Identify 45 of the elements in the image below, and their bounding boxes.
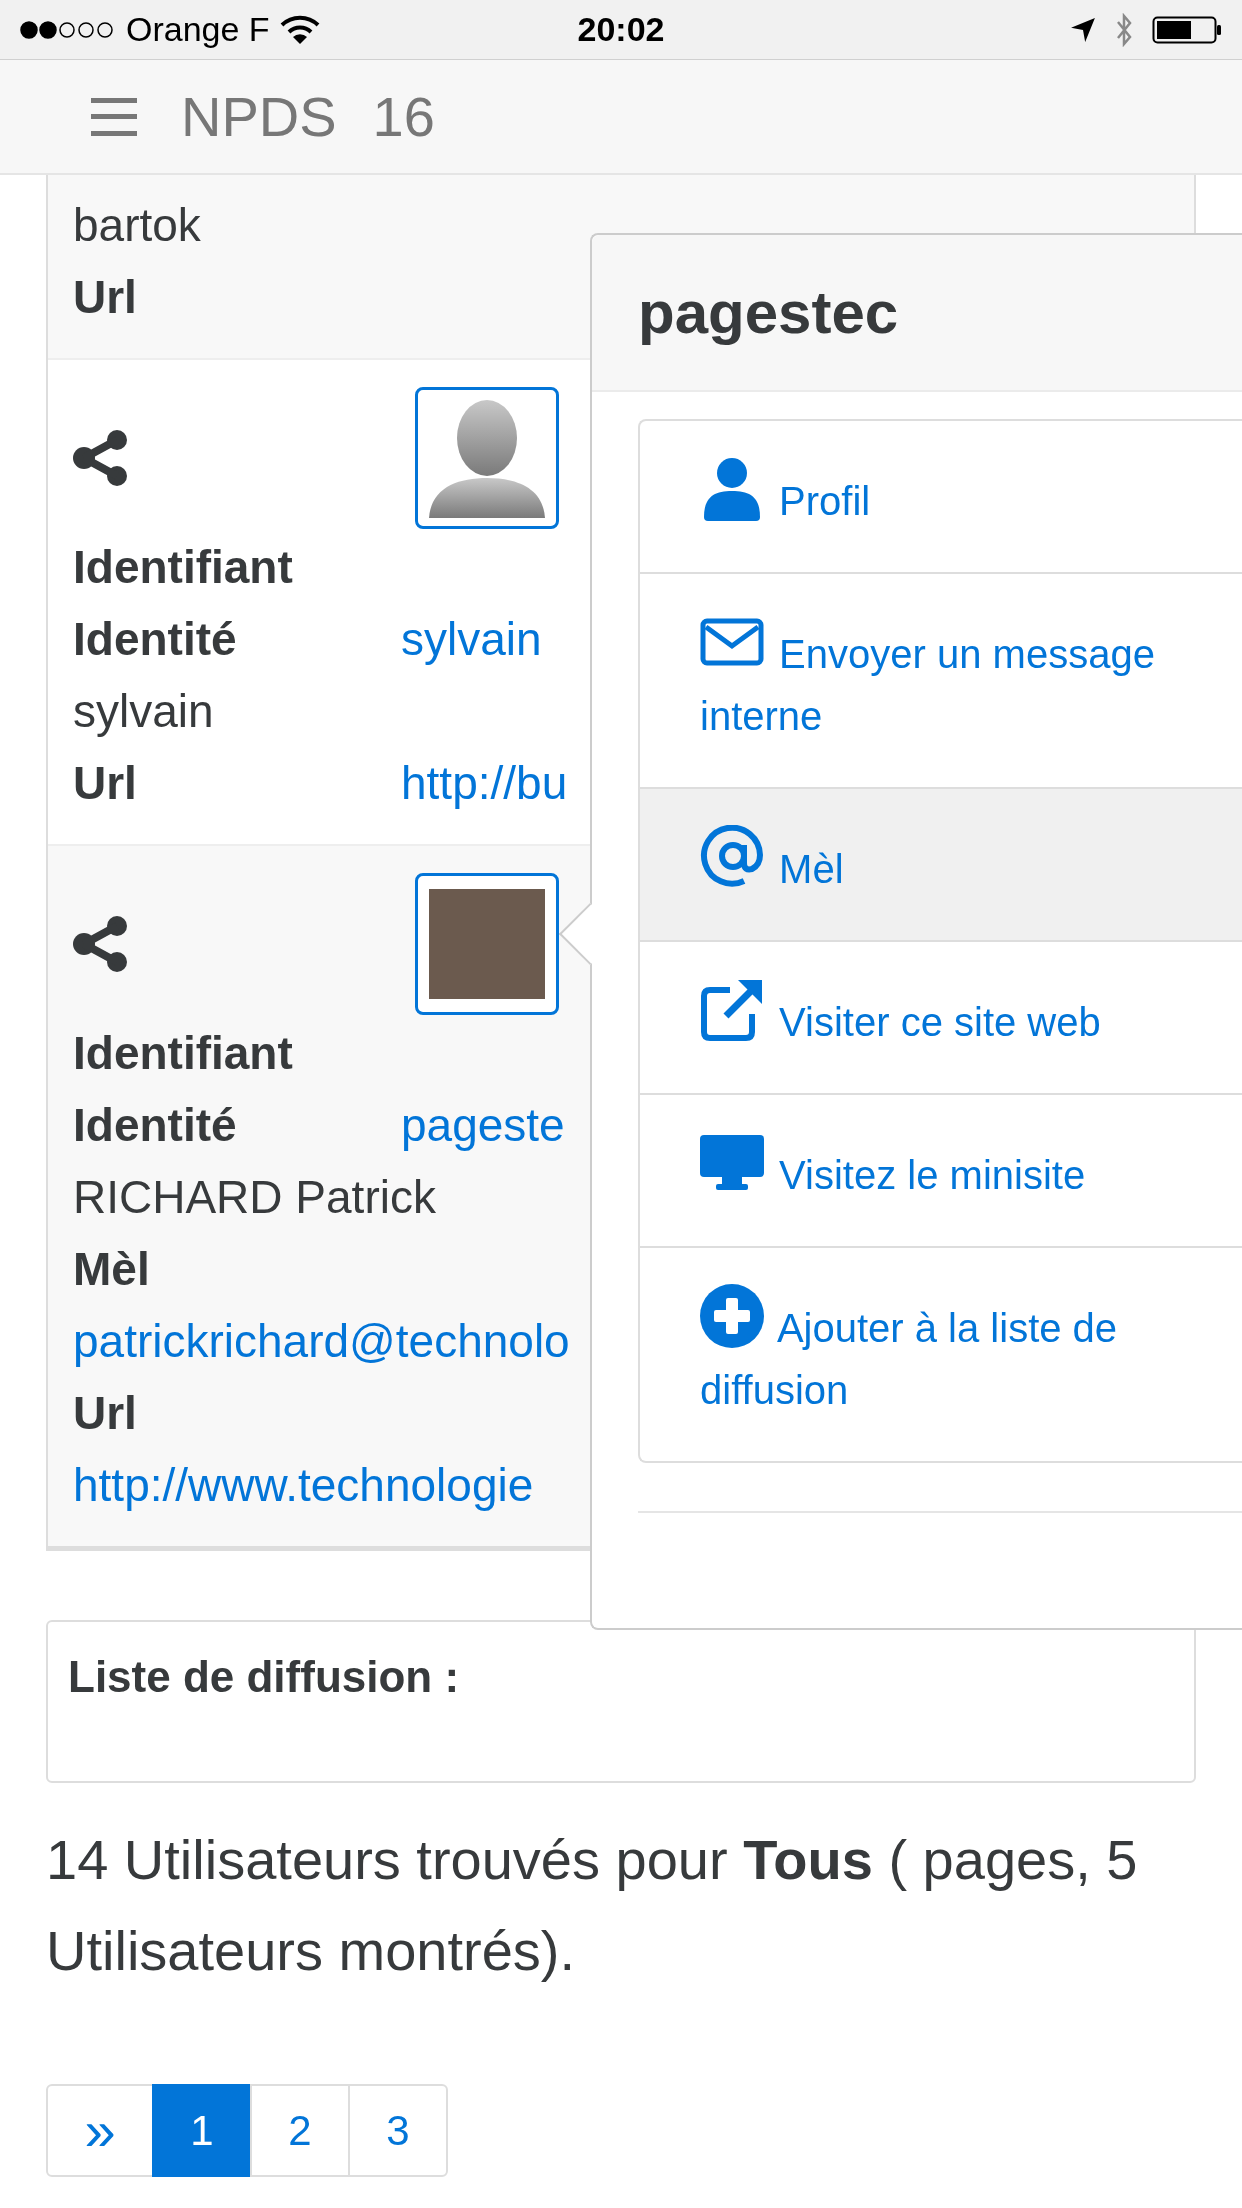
site-version: 16 (372, 84, 435, 149)
bluetooth-icon (1114, 12, 1134, 47)
menu-item[interactable]: Profil (640, 421, 1242, 572)
carrier-name: Orange F (126, 10, 270, 49)
share-icon (73, 430, 129, 486)
field-label: Identité (73, 612, 238, 667)
person-silhouette-icon (427, 398, 547, 518)
field-label: Identifiant (73, 1026, 293, 1081)
page-link[interactable]: 1 (152, 2084, 252, 2177)
field-link[interactable]: http://bu (401, 747, 568, 819)
avatar-frame[interactable] (415, 873, 559, 1015)
field-value: sylvain (73, 684, 214, 739)
field-link[interactable]: pageste (401, 1089, 565, 1161)
field-label: Mèl (73, 1242, 150, 1297)
location-arrow-icon (1070, 16, 1096, 43)
clock-time: 20:02 (577, 10, 665, 49)
field-label: Url (73, 270, 137, 325)
avatar-frame[interactable] (415, 387, 559, 529)
signal-icon (20, 19, 116, 40)
popover-title: pagestec (638, 278, 899, 347)
panel-title: Liste de diffusion : (68, 1652, 460, 1701)
field-label: Url (73, 1386, 137, 1441)
field-label: Url (73, 756, 138, 811)
field-value: bartok (73, 198, 201, 253)
field-value: RICHARD Patrick (73, 1170, 436, 1225)
page-link[interactable]: 2 (250, 2084, 350, 2177)
plus-circle-icon (700, 1284, 764, 1348)
field-link[interactable]: patrickrichard@technolo (73, 1315, 570, 1367)
field-label: Identité (73, 1098, 238, 1153)
menu-item[interactable]: Ajouter à la liste de diffusion (640, 1246, 1242, 1461)
wifi-icon (279, 14, 320, 45)
field-link[interactable]: sylvain (401, 603, 542, 675)
battery-icon (1152, 15, 1222, 44)
menu-item[interactable]: Visiter ce site web (640, 940, 1242, 1093)
page-link[interactable]: 3 (348, 2084, 448, 2177)
external-link-icon (700, 978, 764, 1042)
results-summary: 14 Utilisateurs trouvés pour Tous ( pages, 5 Utilisateurs montrés). (46, 1827, 1139, 1984)
menu-icon (91, 97, 137, 136)
menu-item[interactable]: Mèl (640, 787, 1242, 940)
field-link[interactable]: http://www.technologie (73, 1459, 534, 1511)
field-label: Identifiant (73, 540, 293, 595)
site-brand[interactable]: NPDS (181, 84, 337, 149)
at-sign-icon (700, 825, 764, 889)
menu-item[interactable]: Visitez le minisite (640, 1093, 1242, 1246)
share-icon (73, 916, 129, 972)
